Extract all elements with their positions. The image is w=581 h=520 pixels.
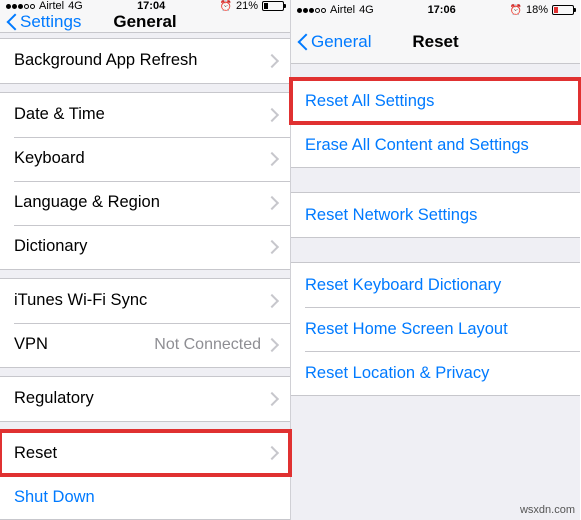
row-label: Reset Keyboard Dictionary xyxy=(305,276,566,295)
row-reset-keyboard-dictionary[interactable]: Reset Keyboard Dictionary xyxy=(291,263,580,307)
screen-reset: Airtel 4G 17:06 ⏰ 18% General Reset Rese… xyxy=(290,0,580,520)
row-label: Language & Region xyxy=(14,193,267,212)
row-label: Dictionary xyxy=(14,237,267,256)
row-reset-home-screen-layout[interactable]: Reset Home Screen Layout xyxy=(291,307,580,351)
alarm-icon: ⏰ xyxy=(510,5,522,16)
row-label: Shut Down xyxy=(14,488,276,507)
row-shut-down[interactable]: Shut Down xyxy=(0,475,290,519)
row-itunes-wifi-sync[interactable]: iTunes Wi-Fi Sync xyxy=(0,279,290,323)
nav-bar: Settings General xyxy=(0,12,290,33)
row-label: Regulatory xyxy=(14,389,267,408)
carrier-label: Airtel xyxy=(330,4,355,16)
battery-icon xyxy=(552,5,574,15)
row-erase-all-content[interactable]: Erase All Content and Settings xyxy=(291,123,580,167)
row-label: Erase All Content and Settings xyxy=(305,136,566,155)
row-dictionary[interactable]: Dictionary xyxy=(0,225,290,269)
chevron-left-icon xyxy=(297,32,309,52)
battery-pct: 18% xyxy=(526,4,548,16)
row-vpn[interactable]: VPN Not Connected xyxy=(0,323,290,367)
watermark: wsxdn.com xyxy=(520,504,575,516)
row-label: Reset All Settings xyxy=(305,92,566,111)
back-label: Settings xyxy=(20,12,81,32)
clock: 17:04 xyxy=(137,0,165,12)
chevron-right-icon xyxy=(267,240,276,254)
network-label: 4G xyxy=(359,4,374,16)
row-reset[interactable]: Reset xyxy=(0,431,290,475)
row-value: Not Connected xyxy=(154,336,261,354)
screen-general: Airtel 4G 17:04 ⏰ 21% Settings General B… xyxy=(0,0,290,520)
nav-bar: General Reset xyxy=(291,20,580,64)
row-date-time[interactable]: Date & Time xyxy=(0,93,290,137)
row-keyboard[interactable]: Keyboard xyxy=(0,137,290,181)
chevron-right-icon xyxy=(267,196,276,210)
chevron-right-icon xyxy=(267,108,276,122)
status-bar: Airtel 4G 17:04 ⏰ 21% xyxy=(0,0,290,12)
status-bar: Airtel 4G 17:06 ⏰ 18% xyxy=(291,0,580,20)
carrier-label: Airtel xyxy=(39,0,64,12)
chevron-left-icon xyxy=(6,12,18,32)
row-background-app-refresh[interactable]: Background App Refresh xyxy=(0,39,290,83)
row-regulatory[interactable]: Regulatory xyxy=(0,377,290,421)
network-label: 4G xyxy=(68,0,83,12)
row-reset-location-privacy[interactable]: Reset Location & Privacy xyxy=(291,351,580,395)
row-label: iTunes Wi-Fi Sync xyxy=(14,291,267,310)
chevron-right-icon xyxy=(267,54,276,68)
signal-icon xyxy=(6,4,35,9)
chevron-right-icon xyxy=(267,446,276,460)
battery-pct: 21% xyxy=(236,0,258,12)
chevron-right-icon xyxy=(267,338,276,352)
row-label: Background App Refresh xyxy=(14,51,267,70)
chevron-right-icon xyxy=(267,294,276,308)
row-label: Reset Home Screen Layout xyxy=(305,320,566,339)
signal-icon xyxy=(297,8,326,13)
alarm-icon: ⏰ xyxy=(220,1,232,12)
chevron-right-icon xyxy=(267,152,276,166)
chevron-right-icon xyxy=(267,392,276,406)
row-reset-network-settings[interactable]: Reset Network Settings xyxy=(291,193,580,237)
row-label: Reset xyxy=(14,444,267,463)
back-button[interactable]: Settings xyxy=(0,12,81,32)
row-label: Reset Location & Privacy xyxy=(305,364,566,383)
row-language-region[interactable]: Language & Region xyxy=(0,181,290,225)
row-label: Reset Network Settings xyxy=(305,206,566,225)
battery-icon xyxy=(262,1,284,11)
row-label: Date & Time xyxy=(14,105,267,124)
row-label: Keyboard xyxy=(14,149,267,168)
clock: 17:06 xyxy=(428,4,456,16)
row-reset-all-settings[interactable]: Reset All Settings xyxy=(291,79,580,123)
back-label: General xyxy=(311,32,371,52)
row-label: VPN xyxy=(14,335,154,354)
back-button[interactable]: General xyxy=(291,32,371,52)
